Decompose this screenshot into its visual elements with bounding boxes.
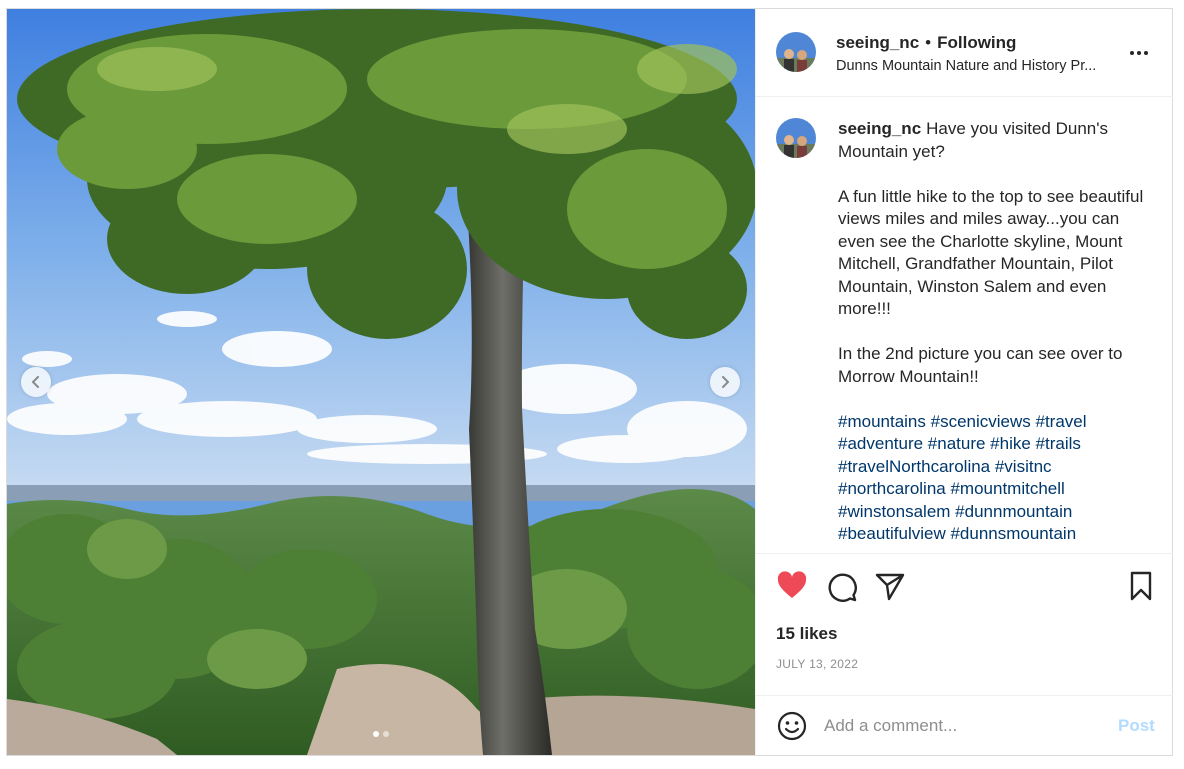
caption-username[interactable]: seeing_nc	[838, 119, 921, 138]
avatar[interactable]	[776, 32, 816, 72]
post-dialog: seeing_nc • Following Dunns Mountain Natur…	[6, 8, 1173, 756]
post-side-panel: seeing_nc • Following Dunns Mountain Natur…	[755, 9, 1173, 755]
likes-count[interactable]: 15 likes	[776, 624, 837, 644]
heart-icon[interactable]	[776, 570, 808, 602]
caption-avatar[interactable]	[776, 118, 816, 158]
header-user-line: seeing_nc • Following	[836, 33, 1016, 53]
bookmark-icon[interactable]	[1125, 570, 1157, 602]
add-comment-bar: Post	[756, 695, 1173, 755]
action-bar: 15 likes JULY 13, 2022	[756, 553, 1173, 695]
post-header: seeing_nc • Following Dunns Mountain Natur…	[756, 9, 1173, 97]
more-options-icon-dot	[1144, 51, 1148, 55]
landscape-image	[7, 9, 755, 755]
username-link[interactable]: seeing_nc	[836, 33, 919, 52]
emoji-icon[interactable]	[776, 710, 808, 742]
comment-icon[interactable]	[825, 570, 857, 602]
profile-photo	[776, 118, 816, 158]
caption-hashtags[interactable]: #mountains #scenicviews #travel #adventu…	[838, 411, 1156, 546]
post-photo[interactable]	[7, 9, 755, 755]
comments-section[interactable]: seeing_nc Have you visited Dunn's Mountai…	[756, 98, 1173, 553]
caption-body-2: In the 2nd picture you can see over to M…	[838, 344, 1123, 386]
carousel-indicator	[7, 731, 755, 737]
post-caption: seeing_nc Have you visited Dunn's Mountai…	[838, 118, 1156, 553]
share-icon[interactable]	[874, 570, 906, 602]
post-date[interactable]: JULY 13, 2022	[776, 657, 858, 671]
caption-body: A fun little hike to the top to see beau…	[838, 186, 1144, 319]
next-photo-button[interactable]	[710, 367, 740, 397]
more-options-icon-dot	[1137, 51, 1141, 55]
more-options-icon	[1130, 51, 1134, 55]
post-comment-button[interactable]: Post	[1118, 716, 1155, 736]
carousel-dot	[373, 731, 379, 737]
following-button[interactable]: Following	[937, 33, 1016, 52]
previous-photo-button[interactable]	[21, 367, 51, 397]
carousel-dot	[383, 731, 389, 737]
chevron-left-icon	[32, 376, 39, 388]
profile-photo	[776, 32, 816, 72]
location-link[interactable]: Dunns Mountain Nature and History Pr...	[836, 58, 1116, 74]
chevron-right-icon	[722, 376, 729, 388]
comment-input[interactable]	[824, 712, 1104, 740]
more-options-button[interactable]	[1124, 43, 1154, 63]
separator-dot: •	[925, 33, 932, 52]
